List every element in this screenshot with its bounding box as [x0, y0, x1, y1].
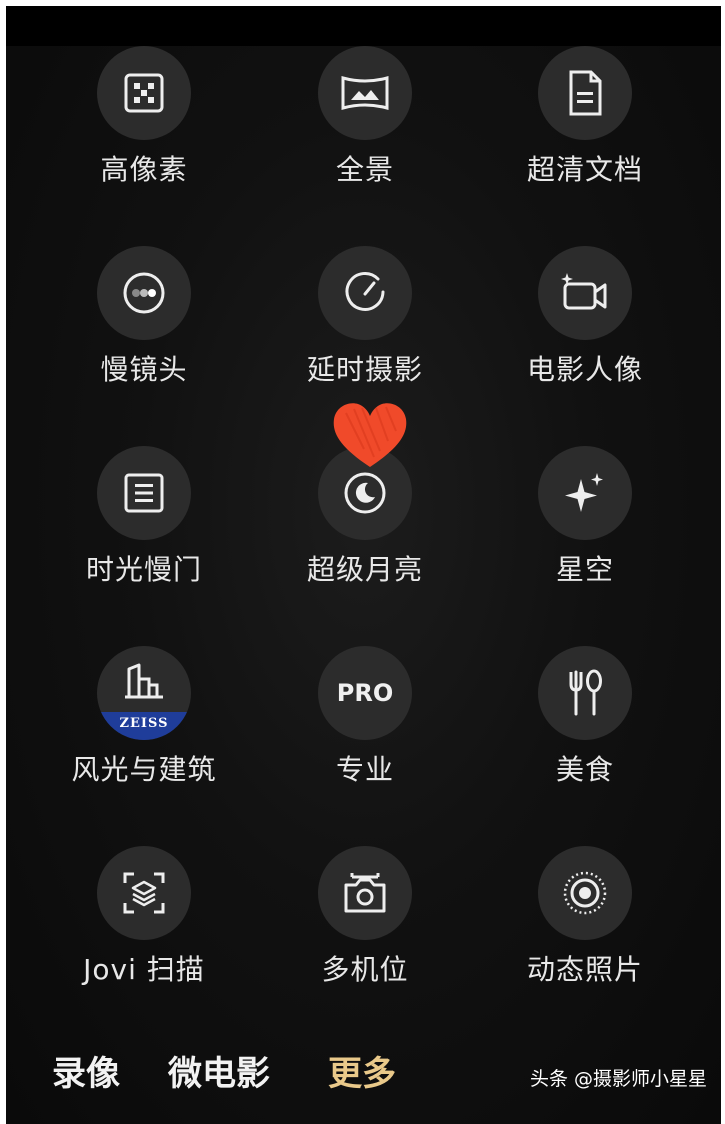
multi-camera-icon [318, 846, 412, 940]
mode-label: 高像素 [100, 153, 188, 186]
scan-icon [97, 846, 191, 940]
mode-label: 全景 [335, 153, 394, 186]
mode-label: 动态照片 [526, 953, 643, 986]
mode-movie-portrait[interactable]: 电影人像 [485, 246, 685, 446]
pro-text-icon: PRO [318, 646, 412, 740]
mode-slow-motion[interactable]: 慢镜头 [44, 246, 244, 446]
document-icon [538, 46, 632, 140]
mode-label: 延时摄影 [306, 353, 423, 386]
tab-more[interactable]: 更多 [328, 1046, 396, 1095]
zeiss-badge: ZEISS [97, 712, 191, 740]
mode-high-pixel[interactable]: 高像素 [44, 46, 244, 246]
live-photo-icon [538, 846, 632, 940]
slow-shutter-list-icon [97, 446, 191, 540]
pro-icon-text: PRO [336, 679, 394, 707]
mode-label: 时光慢门 [85, 553, 202, 586]
mode-super-moon[interactable]: 超级月亮 [265, 446, 465, 646]
mode-live-photo[interactable]: 动态照片 [485, 846, 685, 1046]
mode-food[interactable]: 美食 [485, 646, 685, 846]
mode-label: 专业 [335, 753, 394, 786]
mode-label: 美食 [555, 753, 614, 786]
mode-label: 星空 [555, 553, 614, 586]
watermark: 头条 @摄影师小星星 [529, 1068, 707, 1090]
tab-micro-movie[interactable]: 微电影 [168, 1046, 270, 1095]
slow-motion-icon [97, 246, 191, 340]
movie-camera-sparkle-icon [538, 246, 632, 340]
mode-landscape-architecture[interactable]: ZEISS 风光与建筑 [44, 646, 244, 846]
mode-label: 超级月亮 [306, 553, 423, 586]
panorama-icon [318, 46, 412, 140]
timelapse-gauge-icon [318, 246, 412, 340]
tab-video[interactable]: 录像 [52, 1046, 120, 1095]
mode-starry-sky[interactable]: 星空 [485, 446, 685, 646]
mode-jovi-scan[interactable]: Jovi 扫描 [44, 846, 244, 1046]
camera-more-modes-screen: 高像素 全景 超清文档 慢镜头 延时摄影 电影人像 时光慢门 超级月亮 星空 Z… [6, 6, 721, 1124]
fork-spoon-icon [538, 646, 632, 740]
mode-slow-shutter[interactable]: 时光慢门 [44, 446, 244, 646]
heart-icon [333, 403, 407, 467]
mode-label: 电影人像 [526, 353, 643, 386]
sparkle-star-icon [538, 446, 632, 540]
mode-label: 多机位 [321, 953, 409, 986]
mode-label: Jovi 扫描 [83, 953, 205, 986]
top-bar [6, 6, 721, 46]
high-pixel-grid-icon [97, 46, 191, 140]
mode-label: 风光与建筑 [71, 753, 217, 786]
mode-document[interactable]: 超清文档 [485, 46, 685, 246]
mode-multi-camera[interactable]: 多机位 [265, 846, 465, 1046]
mode-label: 慢镜头 [100, 353, 188, 386]
mode-label: 超清文档 [526, 153, 643, 186]
mode-panorama[interactable]: 全景 [265, 46, 465, 246]
building-icon: ZEISS [97, 646, 191, 740]
mode-pro[interactable]: PRO 专业 [265, 646, 465, 846]
